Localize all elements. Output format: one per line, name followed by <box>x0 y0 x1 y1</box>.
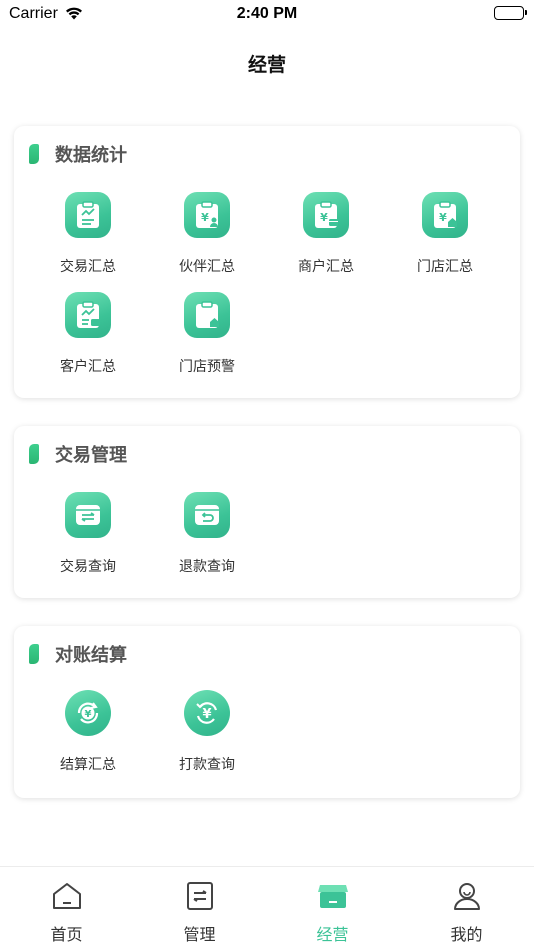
section-title: 数据统计 <box>55 145 127 166</box>
yen-clipboard-card-icon: ¥ <box>303 192 349 238</box>
section-reconciliation-settlement: 对账结算 ¥ 结算汇总 ¥ 打款查询 <box>14 626 520 798</box>
chart-clipboard-icon <box>65 192 111 238</box>
section-title: 对账结算 <box>55 645 127 666</box>
grid-item-transaction-query[interactable]: 交易查询 <box>28 492 148 582</box>
status-bar: Carrier 2:40 PM <box>0 0 534 28</box>
grid-item-refund-query[interactable]: 退款查询 <box>147 492 267 582</box>
svg-text:¥: ¥ <box>320 211 328 224</box>
section-transaction-management: 交易管理 交易查询 退款查询 <box>14 426 520 598</box>
grid-item-label: 结算汇总 <box>60 757 116 773</box>
grid-item-label: 伙伴汇总 <box>179 259 235 275</box>
grid-item-label: 退款查询 <box>179 559 235 575</box>
tab-label: 管理 <box>183 925 216 944</box>
grid-item-customer-summary[interactable]: 客户汇总 <box>28 292 148 382</box>
grid-item-label: 商户汇总 <box>298 259 354 275</box>
page-title: 经营 <box>247 54 286 76</box>
tab-business[interactable]: 经营 <box>266 867 399 950</box>
svg-text:¥: ¥ <box>201 211 209 224</box>
grid-item-label: 交易查询 <box>60 559 116 575</box>
svg-text:¥: ¥ <box>85 709 92 720</box>
grid-item-merchant-summary[interactable]: ¥ 商户汇总 <box>266 192 386 282</box>
tab-profile[interactable]: 我的 <box>400 867 533 950</box>
grid-item-payment-query[interactable]: ¥ 打款查询 <box>147 690 267 780</box>
tab-label: 经营 <box>316 925 349 944</box>
status-time: 2:40 PM <box>236 5 298 22</box>
grid-item-settlement-summary[interactable]: ¥ 结算汇总 <box>28 690 148 780</box>
clipboard-store-alert-icon <box>184 292 230 338</box>
yen-clipboard-person-icon: ¥ <box>184 192 230 238</box>
svg-text:¥: ¥ <box>439 211 447 224</box>
manage-icon <box>185 881 215 915</box>
tab-bar: 首页 管理 经营 我的 <box>0 866 534 950</box>
section-data-statistics: 数据统计 交易汇总 ¥ 伙伴汇总 ¥ 商户汇总 ¥ 门店汇总 客户汇总 门店预警 <box>14 126 520 398</box>
chart-clipboard-card-icon <box>65 292 111 338</box>
section-header: 交易管理 <box>29 443 127 466</box>
section-header: 数据统计 <box>29 143 127 166</box>
section-marker-icon <box>29 144 39 164</box>
grid-item-transaction-summary[interactable]: 交易汇总 <box>28 192 148 282</box>
grid-item-label: 打款查询 <box>179 757 235 773</box>
tab-label: 首页 <box>50 925 83 944</box>
yen-clipboard-store-icon: ¥ <box>422 192 468 238</box>
grid-item-store-alert[interactable]: 门店预警 <box>147 292 267 382</box>
section-marker-icon <box>29 644 39 664</box>
home-icon <box>51 881 83 915</box>
user-icon <box>452 881 482 915</box>
tab-label: 我的 <box>450 925 483 944</box>
tab-manage[interactable]: 管理 <box>133 867 266 950</box>
business-icon <box>316 881 350 915</box>
grid-item-label: 门店汇总 <box>417 259 473 275</box>
section-title: 交易管理 <box>55 445 127 466</box>
yen-payment-icon: ¥ <box>184 690 230 736</box>
grid-item-label: 门店预警 <box>179 359 235 375</box>
section-marker-icon <box>29 444 39 464</box>
transfer-box-icon <box>65 492 111 538</box>
refund-box-icon <box>184 492 230 538</box>
grid-item-store-summary[interactable]: ¥ 门店汇总 <box>385 192 505 282</box>
grid-item-label: 交易汇总 <box>60 259 116 275</box>
section-header: 对账结算 <box>29 643 127 666</box>
svg-text:¥: ¥ <box>202 707 211 722</box>
grid-item-label: 客户汇总 <box>60 359 116 375</box>
battery-icon <box>494 6 527 20</box>
yen-cycle-icon: ¥ <box>65 690 111 736</box>
grid-item-partner-summary[interactable]: ¥ 伙伴汇总 <box>147 192 267 282</box>
tab-home[interactable]: 首页 <box>0 867 133 950</box>
